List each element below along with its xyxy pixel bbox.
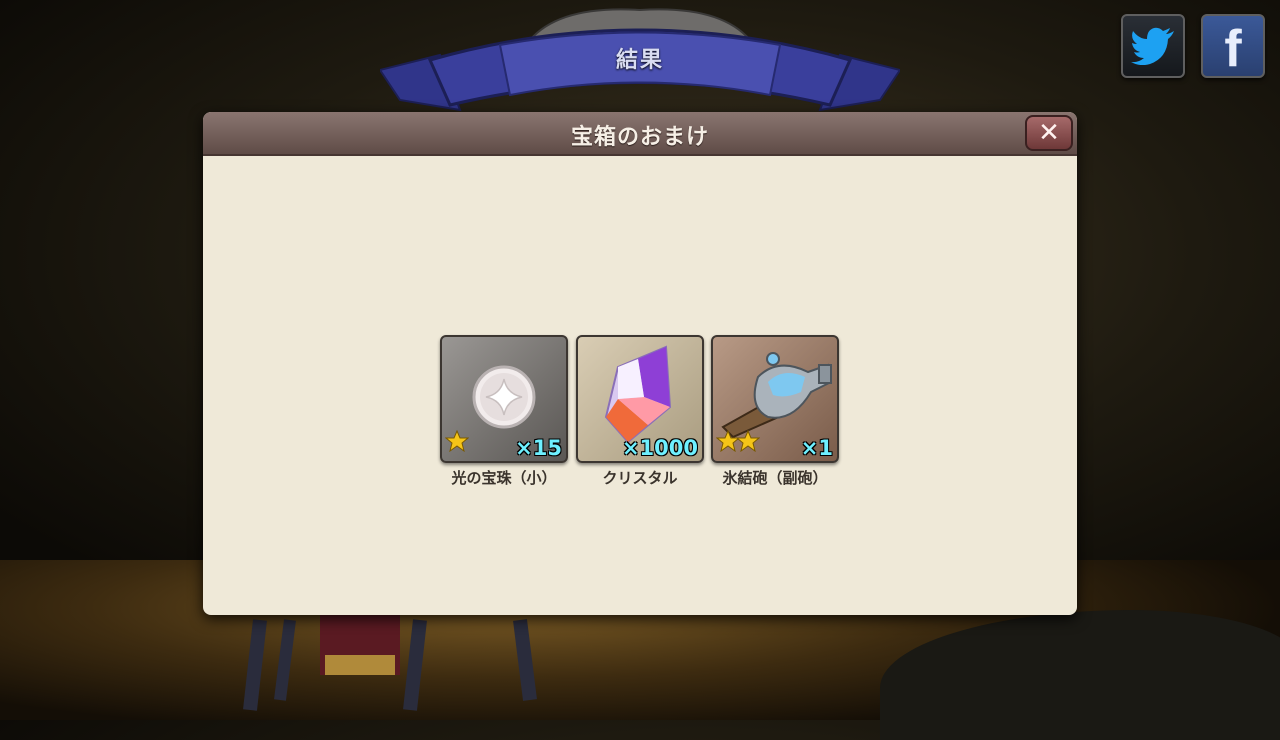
result-ribbon: 結果 — [378, 0, 902, 120]
twitter-button[interactable] — [1121, 14, 1185, 78]
treasure-bonus-dialog: 宝箱のおまけ ✕ ×15 光の宝珠（小） ×1000 クリスタル ×1 氷結砲（… — [203, 112, 1077, 615]
reward-item-light-orb[interactable]: ×15 光の宝珠（小） — [440, 335, 568, 488]
item-tile: ×1 — [711, 335, 839, 463]
item-name: クリスタル — [602, 469, 678, 487]
ribbon-title: 結果 — [615, 48, 664, 73]
item-name: 光の宝珠（小） — [451, 469, 557, 487]
item-quantity: ×15 — [515, 436, 562, 460]
twitter-bird-icon — [1131, 27, 1174, 65]
dialog-header: 宝箱のおまけ ✕ — [203, 112, 1077, 156]
item-quantity: ×1 — [800, 436, 833, 460]
close-icon: ✕ — [1038, 118, 1060, 148]
rarity-stars — [444, 429, 470, 456]
reward-item-crystal[interactable]: ×1000 クリスタル — [576, 335, 704, 488]
rarity-stars — [715, 429, 761, 456]
star-icon — [444, 429, 470, 453]
facebook-button[interactable]: f — [1201, 14, 1265, 78]
close-button[interactable]: ✕ — [1025, 115, 1073, 151]
reward-item-ice-cannon[interactable]: ×1 氷結砲（副砲） — [711, 335, 839, 488]
item-tile: ×15 — [440, 335, 568, 463]
facebook-f-icon: f — [1224, 20, 1242, 78]
item-quantity: ×1000 — [621, 436, 698, 460]
dialog-title: 宝箱のおまけ — [570, 125, 709, 150]
item-tile: ×1000 — [576, 335, 704, 463]
item-name: 氷結砲（副砲） — [722, 469, 828, 487]
star-icon — [715, 429, 761, 453]
background-creature — [243, 615, 537, 711]
